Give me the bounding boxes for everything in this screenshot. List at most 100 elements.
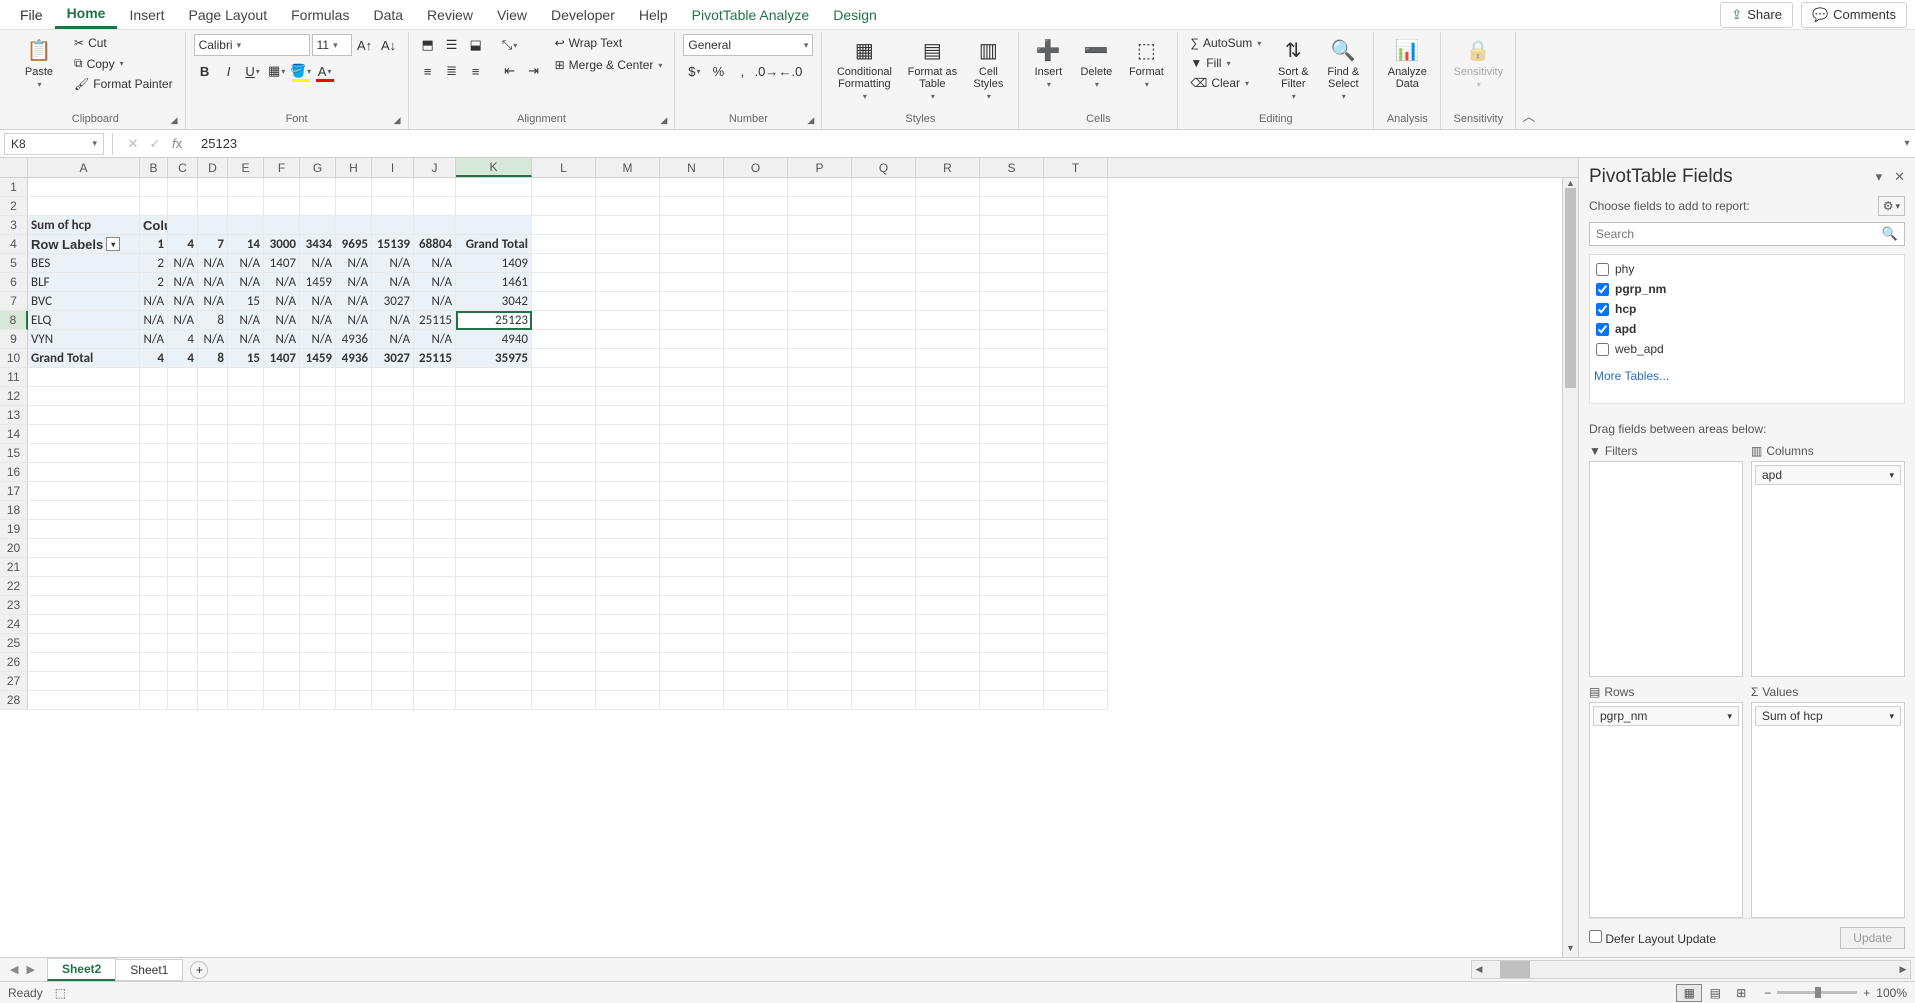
field-pgrp_nm[interactable]: pgrp_nm — [1594, 279, 1900, 299]
copy-button[interactable]: ⧉Copy▾ — [70, 54, 177, 73]
fields-search-input[interactable] — [1596, 227, 1882, 241]
cell[interactable]: 14 — [228, 235, 264, 254]
cell[interactable] — [456, 596, 532, 615]
cell[interactable] — [264, 539, 300, 558]
cell[interactable] — [596, 520, 660, 539]
cell[interactable]: BLF — [28, 273, 140, 292]
cell[interactable] — [336, 501, 372, 520]
cell[interactable]: N/A — [198, 330, 228, 349]
cell[interactable] — [980, 520, 1044, 539]
cell[interactable] — [336, 539, 372, 558]
cell[interactable] — [372, 197, 414, 216]
columns-field-item[interactable]: apd▾ — [1755, 465, 1901, 485]
cell[interactable] — [596, 197, 660, 216]
cell[interactable] — [456, 444, 532, 463]
cell[interactable] — [788, 254, 852, 273]
cell[interactable] — [198, 387, 228, 406]
cell[interactable]: N/A — [414, 273, 456, 292]
row-header-8[interactable]: 8 — [0, 311, 28, 330]
cell[interactable] — [852, 691, 916, 710]
column-header-H[interactable]: H — [336, 158, 372, 177]
tab-design[interactable]: Design — [821, 2, 889, 28]
cell[interactable] — [724, 615, 788, 634]
cell[interactable] — [414, 520, 456, 539]
cell[interactable] — [456, 216, 532, 235]
update-button[interactable]: Update — [1840, 927, 1905, 949]
cell[interactable] — [456, 520, 532, 539]
cell[interactable] — [456, 463, 532, 482]
row-header-16[interactable]: 16 — [0, 463, 28, 482]
cell[interactable] — [660, 444, 724, 463]
cell[interactable] — [264, 558, 300, 577]
cell[interactable] — [300, 634, 336, 653]
cell[interactable]: 3042 — [456, 292, 532, 311]
cell[interactable]: 15 — [228, 292, 264, 311]
cell[interactable] — [140, 425, 168, 444]
cell[interactable] — [198, 653, 228, 672]
cell[interactable]: 1407 — [264, 254, 300, 273]
cell[interactable] — [198, 425, 228, 444]
column-header-G[interactable]: G — [300, 158, 336, 177]
cell[interactable]: 3434 — [300, 235, 336, 254]
cell[interactable] — [596, 558, 660, 577]
cell[interactable]: 4 — [168, 349, 198, 368]
cell[interactable] — [532, 653, 596, 672]
cell[interactable] — [264, 216, 300, 235]
new-sheet-button[interactable]: + — [190, 961, 208, 979]
cell[interactable] — [852, 577, 916, 596]
row-header-6[interactable]: 6 — [0, 273, 28, 292]
cell[interactable] — [198, 539, 228, 558]
cell[interactable] — [788, 292, 852, 311]
cell[interactable] — [724, 425, 788, 444]
cell[interactable]: 4 — [168, 235, 198, 254]
cell[interactable]: 8 — [198, 311, 228, 330]
row-header-14[interactable]: 14 — [0, 425, 28, 444]
cell[interactable] — [28, 615, 140, 634]
cell[interactable] — [28, 558, 140, 577]
cell[interactable] — [228, 596, 264, 615]
cell[interactable] — [980, 349, 1044, 368]
cell[interactable]: 15139 — [372, 235, 414, 254]
scroll-thumb[interactable] — [1565, 188, 1576, 388]
cell[interactable] — [168, 615, 198, 634]
cell[interactable] — [660, 368, 724, 387]
cell[interactable] — [264, 178, 300, 197]
cell[interactable] — [980, 425, 1044, 444]
cell[interactable] — [372, 178, 414, 197]
cell[interactable] — [980, 634, 1044, 653]
macro-record-icon[interactable]: ⬚ — [55, 986, 66, 1000]
cell[interactable]: 1409 — [456, 254, 532, 273]
cell[interactable]: N/A — [264, 292, 300, 311]
cell[interactable] — [788, 672, 852, 691]
cell[interactable] — [414, 558, 456, 577]
cell[interactable] — [1044, 273, 1108, 292]
cell[interactable]: N/A — [336, 311, 372, 330]
cell[interactable] — [980, 615, 1044, 634]
delete-cells-button[interactable]: ➖Delete▾ — [1075, 34, 1117, 91]
cell[interactable] — [228, 216, 264, 235]
cell[interactable]: 4 — [168, 330, 198, 349]
values-area[interactable]: ΣValues Sum of hcp▾ — [1751, 685, 1905, 918]
cell[interactable] — [168, 672, 198, 691]
cell[interactable] — [596, 615, 660, 634]
cell[interactable] — [1044, 539, 1108, 558]
cell[interactable]: 25115 — [414, 349, 456, 368]
cell[interactable]: 4936 — [336, 330, 372, 349]
cell[interactable] — [724, 387, 788, 406]
cell[interactable] — [140, 634, 168, 653]
wrap-text-button[interactable]: ↩Wrap Text — [551, 34, 667, 52]
page-break-view-icon[interactable]: ⊞ — [1728, 984, 1754, 1002]
cell[interactable] — [916, 615, 980, 634]
cut-button[interactable]: ✂Cut — [70, 34, 177, 52]
cell[interactable] — [852, 539, 916, 558]
cell[interactable] — [788, 691, 852, 710]
find-select-button[interactable]: 🔍Find & Select▾ — [1321, 34, 1365, 103]
cell[interactable] — [336, 482, 372, 501]
orientation-icon[interactable]: ⤡▾ — [499, 34, 521, 56]
cell[interactable] — [724, 292, 788, 311]
cell[interactable]: 4936 — [336, 349, 372, 368]
cell[interactable] — [1044, 254, 1108, 273]
cell[interactable] — [28, 634, 140, 653]
cell[interactable] — [300, 653, 336, 672]
align-right-icon[interactable]: ≡ — [465, 60, 487, 82]
